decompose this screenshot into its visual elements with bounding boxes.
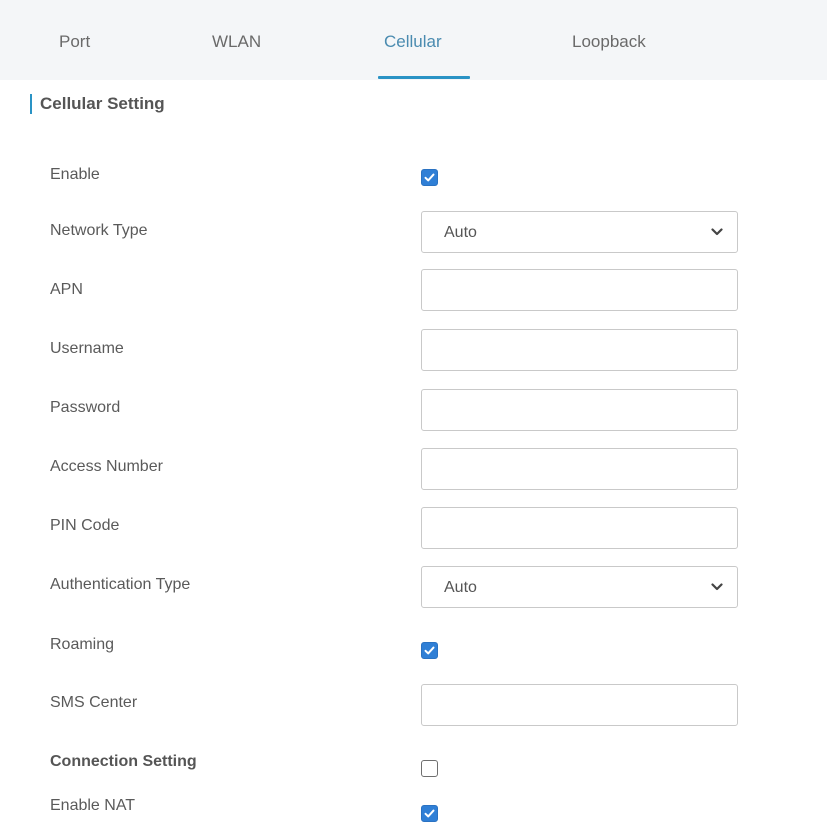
password-input[interactable]	[421, 389, 738, 431]
tab-port[interactable]: Port	[59, 32, 90, 52]
active-tab-indicator	[378, 76, 470, 79]
authentication-type-select[interactable]: Auto	[421, 566, 738, 608]
section-header: Cellular Setting	[30, 93, 165, 115]
section-title: Cellular Setting	[40, 94, 165, 113]
sms-center-label: SMS Center	[50, 694, 138, 711]
password-label: Password	[50, 399, 121, 416]
username-input[interactable]	[421, 329, 738, 371]
enable-nat-checkbox[interactable]	[421, 805, 438, 822]
checkmark-icon	[424, 173, 435, 182]
access-number-input[interactable]	[421, 448, 738, 490]
tab-cellular[interactable]: Cellular	[384, 32, 442, 52]
tab-wlan[interactable]: WLAN	[212, 32, 261, 52]
enable-checkbox[interactable]	[421, 169, 438, 186]
tab-bar: Port WLAN Cellular Loopback	[0, 0, 827, 80]
apn-input[interactable]	[421, 269, 738, 311]
authentication-type-label: Authentication Type	[50, 576, 191, 593]
pin-code-label: PIN Code	[50, 517, 120, 534]
apn-label: APN	[50, 281, 83, 298]
section-accent-bar	[30, 94, 32, 114]
network-type-label: Network Type	[50, 222, 148, 239]
authentication-type-value: Auto	[444, 579, 477, 596]
chevron-down-icon	[711, 228, 723, 236]
checkmark-icon	[424, 646, 435, 655]
roaming-label: Roaming	[50, 636, 115, 653]
username-label: Username	[50, 340, 124, 357]
checkmark-icon	[424, 809, 435, 818]
tab-loopback[interactable]: Loopback	[572, 32, 646, 52]
pin-code-input[interactable]	[421, 507, 738, 549]
network-type-value: Auto	[444, 224, 477, 241]
sms-center-input[interactable]	[421, 684, 738, 726]
connection-setting-checkbox[interactable]	[421, 760, 438, 777]
access-number-label: Access Number	[50, 458, 163, 475]
network-type-select[interactable]: Auto	[421, 211, 738, 253]
enable-label: Enable	[50, 166, 100, 183]
enable-nat-label: Enable NAT	[50, 797, 136, 814]
connection-setting-label: Connection Setting	[50, 753, 197, 770]
roaming-checkbox[interactable]	[421, 642, 438, 659]
chevron-down-icon	[711, 583, 723, 591]
